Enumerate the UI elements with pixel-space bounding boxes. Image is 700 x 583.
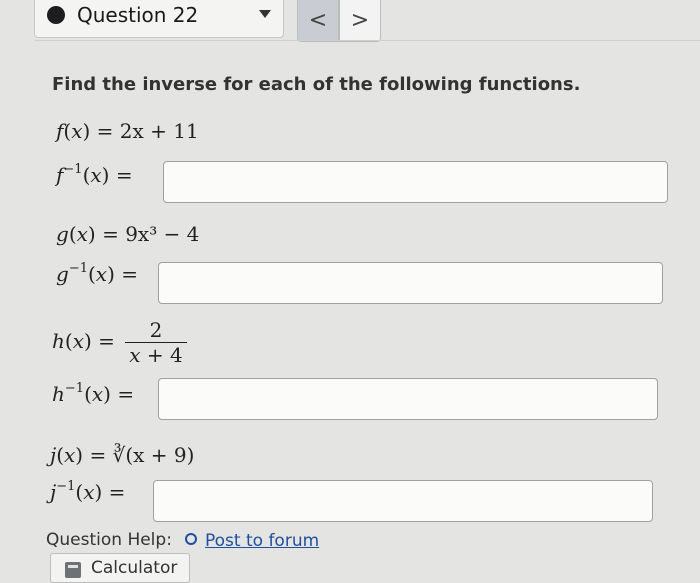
function-f-inverse-label: f−1(x) = [56,162,133,187]
f-inverse-answer-field[interactable] [163,161,668,203]
calculator-icon [65,562,81,578]
function-g-expression: 9x³ − 4 [125,222,200,246]
function-j-definition: j(x) = ∛(x + 9) [50,443,195,467]
question-selector[interactable]: Question 22 [34,0,284,38]
function-f-definition: f(x) = 2x + 11 [56,119,199,143]
function-g-inverse-label: g−1(x) = [56,261,138,286]
previous-question-button[interactable]: < [297,0,339,42]
question-status-dot-icon [47,6,65,24]
question-prompt: Find the inverse for each of the followi… [52,74,581,95]
j-inverse-answer-field[interactable] [153,480,653,522]
next-question-button[interactable]: > [339,0,381,42]
question-label: Question 22 [77,3,199,27]
chevron-right-icon: > [350,8,370,33]
g-inverse-answer-field[interactable] [158,262,663,304]
function-j-inverse-label: j−1(x) = [50,479,126,504]
forum-bubble-icon [185,533,197,545]
question-help-label: Question Help: [46,530,172,550]
function-f-expression: 2x + 11 [119,119,199,143]
post-to-forum-link[interactable]: Post to forum [205,531,319,551]
dropdown-caret-icon[interactable] [259,10,271,18]
function-j-expression: ∛(x + 9) [112,443,195,467]
function-h-definition: h(x) = 2 x + 4 [52,318,187,367]
calculator-label: Calculator [91,558,178,578]
function-h-expression: 2 x + 4 [125,318,187,367]
function-h-inverse-label: h−1(x) = [52,381,135,406]
h-inverse-answer-field[interactable] [158,378,658,420]
chevron-left-icon: < [308,8,328,33]
function-g-definition: g(x) = 9x³ − 4 [56,222,200,246]
header-divider [34,40,700,41]
